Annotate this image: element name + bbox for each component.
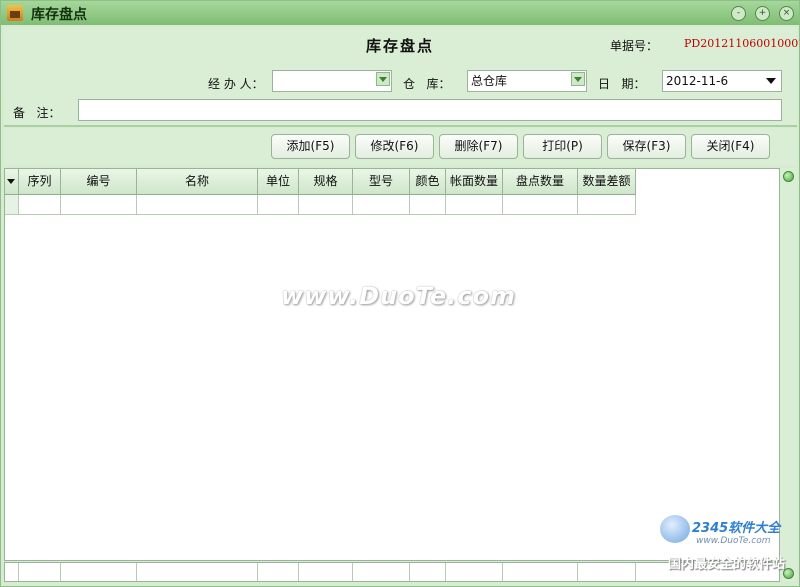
maximize-button[interactable]: + [755, 6, 770, 21]
grid-cell[interactable] [410, 195, 446, 215]
summary-cell [353, 563, 410, 581]
remark-input[interactable] [78, 99, 782, 121]
summary-cell [446, 563, 503, 581]
date-label: 日 期： [598, 77, 646, 91]
toolbar: 添加(F5) 修改(F6) 删除(F7) 打印(P) 保存(F3) 关闭(F4) [4, 128, 797, 165]
delete-button[interactable]: 删除(F7) [439, 134, 518, 159]
column-header[interactable]: 规格 [299, 169, 353, 194]
summary-cell [299, 563, 353, 581]
summary-cell [258, 563, 299, 581]
title-bar[interactable]: 库存盘点 - + × [1, 1, 799, 25]
watermark-slogan: 国内最安全的软件站 [668, 557, 786, 572]
column-header[interactable]: 单位 [258, 169, 299, 194]
handler-select[interactable] [272, 70, 392, 92]
summary-cell [5, 563, 19, 581]
summary-cell [137, 563, 258, 581]
column-header[interactable]: 型号 [353, 169, 410, 194]
warehouse-label: 仓 库： [403, 77, 451, 91]
date-picker[interactable]: 2012-11-6 [662, 70, 782, 92]
inventory-grid[interactable]: 序列 编号 名称 单位 规格 型号 颜色 帐面数量 盘点数量 数量差额 www.… [4, 168, 780, 561]
remark-label: 备 注： [13, 106, 61, 120]
summary-cell [19, 563, 61, 581]
watermark-url: www.DuoTe.com [696, 536, 771, 546]
grid-cell[interactable] [299, 195, 353, 215]
chevron-down-icon[interactable] [376, 72, 390, 86]
chevron-down-icon[interactable] [571, 72, 585, 86]
site-watermark: 2345软件大全 www.DuoTe.com 国内最安全的软件站 [656, 513, 800, 573]
close-window-button[interactable]: × [779, 6, 794, 21]
grid-cell[interactable] [19, 195, 61, 215]
grid-cell[interactable] [503, 195, 578, 215]
grid-header: 序列 编号 名称 单位 规格 型号 颜色 帐面数量 盘点数量 数量差额 [5, 169, 636, 195]
summary-cell [578, 563, 636, 581]
header-form: 库存盘点 单据号： PD201211060010001 经 办 人： 仓 库： … [4, 27, 800, 125]
save-button[interactable]: 保存(F3) [607, 134, 686, 159]
summary-cell [410, 563, 446, 581]
column-header[interactable]: 颜色 [410, 169, 446, 194]
form-heading: 库存盘点 [366, 37, 435, 55]
grid-cell[interactable] [61, 195, 137, 215]
summary-cell [503, 563, 578, 581]
edit-button[interactable]: 修改(F6) [355, 134, 434, 159]
warehouse-icon [7, 5, 23, 21]
doc-no-value: PD201211060010001 [684, 37, 800, 50]
watermark-brand: 2345软件大全 [692, 521, 781, 536]
handler-label: 经 办 人： [208, 77, 264, 91]
chevron-down-icon[interactable] [766, 78, 776, 84]
app-window: 库存盘点 - + × 库存盘点 单据号： PD201211060010001 经… [0, 0, 800, 587]
column-header[interactable]: 帐面数量 [446, 169, 503, 194]
chevron-down-icon [7, 179, 15, 184]
window-title: 库存盘点 [31, 7, 87, 23]
scroll-up-icon[interactable] [783, 171, 794, 182]
date-value: 2012-11-6 [666, 74, 729, 88]
mascot-icon [660, 515, 690, 543]
summary-cell [61, 563, 137, 581]
grid-cell[interactable] [353, 195, 410, 215]
doc-no-label: 单据号： [610, 39, 659, 53]
grid-cell[interactable] [258, 195, 299, 215]
row-indicator-header[interactable] [5, 169, 19, 194]
column-header[interactable]: 编号 [61, 169, 137, 194]
print-button[interactable]: 打印(P) [523, 134, 602, 159]
row-indicator[interactable] [5, 195, 19, 215]
grid-cell[interactable] [578, 195, 636, 215]
minimize-button[interactable]: - [731, 6, 746, 21]
column-header[interactable]: 数量差额 [578, 169, 636, 194]
divider [4, 125, 797, 127]
column-header[interactable]: 序列 [19, 169, 61, 194]
close-button[interactable]: 关闭(F4) [691, 134, 770, 159]
warehouse-select[interactable]: 总仓库 [467, 70, 587, 92]
column-header[interactable]: 名称 [137, 169, 258, 194]
grid-cell[interactable] [446, 195, 503, 215]
warehouse-value: 总仓库 [471, 74, 508, 88]
watermark-text: www.DuoTe.com [281, 282, 516, 310]
add-button[interactable]: 添加(F5) [271, 134, 350, 159]
grid-cell[interactable] [137, 195, 258, 215]
column-header[interactable]: 盘点数量 [503, 169, 578, 194]
